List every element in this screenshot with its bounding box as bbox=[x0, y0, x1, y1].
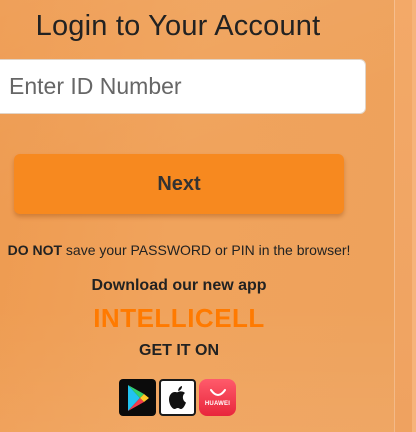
google-play-icon bbox=[127, 384, 149, 411]
login-page: Login to Your Account Next DO NOT save y… bbox=[0, 0, 416, 432]
warning-text: save your PASSWORD or PIN in the browser… bbox=[62, 242, 351, 258]
login-panel: Login to Your Account Next DO NOT save y… bbox=[0, 0, 394, 432]
app-store-badge[interactable] bbox=[159, 379, 196, 416]
download-heading: Download our new app bbox=[91, 277, 267, 294]
id-number-input[interactable] bbox=[0, 59, 366, 114]
get-it-on-label: GET IT ON bbox=[139, 342, 219, 359]
google-play-badge[interactable] bbox=[119, 379, 156, 416]
page-title: Login to Your Account bbox=[35, 10, 321, 42]
huawei-label: HUAWEI bbox=[204, 401, 231, 407]
store-badges: HUAWEI bbox=[119, 379, 236, 417]
apple-icon bbox=[168, 385, 186, 409]
huawei-appgallery-badge[interactable]: HUAWEI bbox=[199, 379, 236, 416]
huawei-appgallery-icon bbox=[209, 389, 226, 396]
next-button[interactable]: Next bbox=[14, 154, 344, 214]
security-warning: DO NOT save your PASSWORD or PIN in the … bbox=[0, 242, 358, 258]
warning-emphasis: DO NOT bbox=[7, 242, 63, 258]
right-edge-strip bbox=[394, 0, 416, 432]
app-brand-name: INTELLICELL bbox=[93, 303, 265, 333]
